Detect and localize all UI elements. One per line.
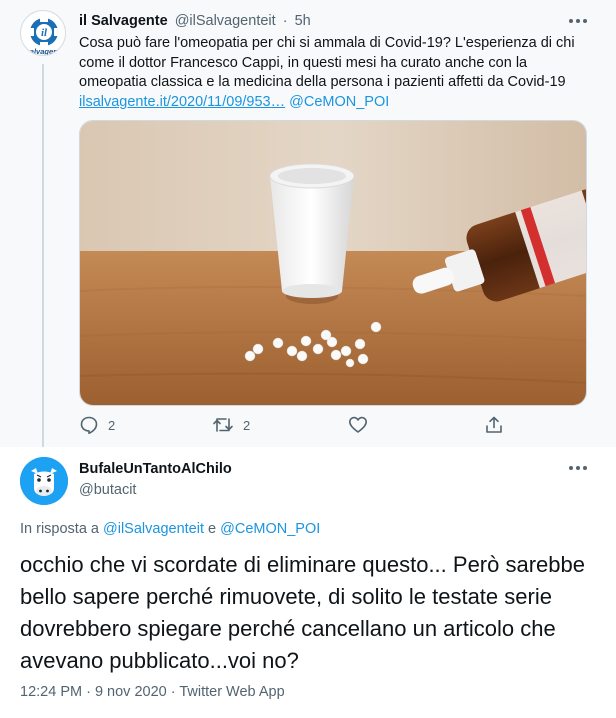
- tweet-media-image[interactable]: [79, 120, 587, 406]
- in-reply-to-line: In risposta a @ilSalvagenteit e @CeMON_P…: [20, 521, 320, 537]
- author-name[interactable]: il Salvagente: [79, 13, 168, 29]
- parent-tweet-header: il Salvagente @ilSalvagenteit · 5h: [79, 13, 311, 29]
- reply-tweet: BufaleUnTantoAlChilo @butacit In rispost…: [0, 447, 616, 718]
- tweet-actions-bar: 2 2: [79, 414, 509, 436]
- salvagente-logo-letters: il: [41, 27, 48, 39]
- parent-tweet-text: Cosa può fare l'omeopatia per chi si amm…: [79, 34, 595, 112]
- parent-tweet[interactable]: il salvagente il Salvagente @ilSalvagent…: [0, 0, 616, 447]
- in-reply-user-salvagente[interactable]: @ilSalvagenteit: [103, 521, 204, 537]
- retweet-count: 2: [243, 417, 251, 433]
- retweet-icon: [213, 418, 233, 432]
- reply-tweet-text: occhio che vi scordate di eliminare ques…: [20, 552, 585, 673]
- bufale-avatar[interactable]: [20, 457, 68, 505]
- parent-tweet-body: Cosa può fare l'omeopatia per chi si amm…: [79, 35, 575, 90]
- article-link[interactable]: ilsalvagente.it/2020/11/09/953…: [79, 94, 285, 110]
- share-icon: [486, 416, 502, 433]
- salvagente-logo-icon: il salvagente: [26, 18, 65, 56]
- author-handle[interactable]: @ilSalvagenteit: [175, 13, 276, 29]
- salvagente-logo-wordmark: salvagente: [26, 47, 65, 56]
- mention-cemon[interactable]: @CeMON_POI: [289, 94, 389, 110]
- reply-icon: [80, 416, 98, 435]
- heart-icon: [349, 416, 367, 433]
- salvagente-avatar[interactable]: il salvagente: [20, 10, 66, 56]
- reply-more-options-icon[interactable]: [568, 463, 588, 473]
- homeopathy-photo-icon: [80, 121, 586, 405]
- reply-count: 2: [108, 417, 116, 433]
- more-options-icon[interactable]: [568, 16, 588, 26]
- in-reply-user-cemon[interactable]: @CeMON_POI: [220, 521, 320, 537]
- like-button[interactable]: [348, 414, 368, 436]
- share-button[interactable]: [484, 414, 504, 436]
- in-reply-conjunction: e: [204, 521, 221, 537]
- separator-dot: ·: [282, 13, 288, 29]
- reply-button[interactable]: 2: [79, 414, 115, 436]
- in-reply-prefix: In risposta a: [20, 521, 104, 537]
- tweet-time[interactable]: 5h: [295, 13, 311, 29]
- reply-timestamp-source[interactable]: 12:24 PM · 9 nov 2020 · Twitter Web App: [20, 684, 285, 700]
- reply-author-name[interactable]: BufaleUnTantoAlChilo: [79, 461, 232, 477]
- cow-avatar-icon: [20, 457, 68, 505]
- reply-author-handle[interactable]: @butacit: [79, 482, 136, 498]
- retweet-button[interactable]: 2: [212, 414, 250, 436]
- thread-connector-line: [42, 64, 44, 447]
